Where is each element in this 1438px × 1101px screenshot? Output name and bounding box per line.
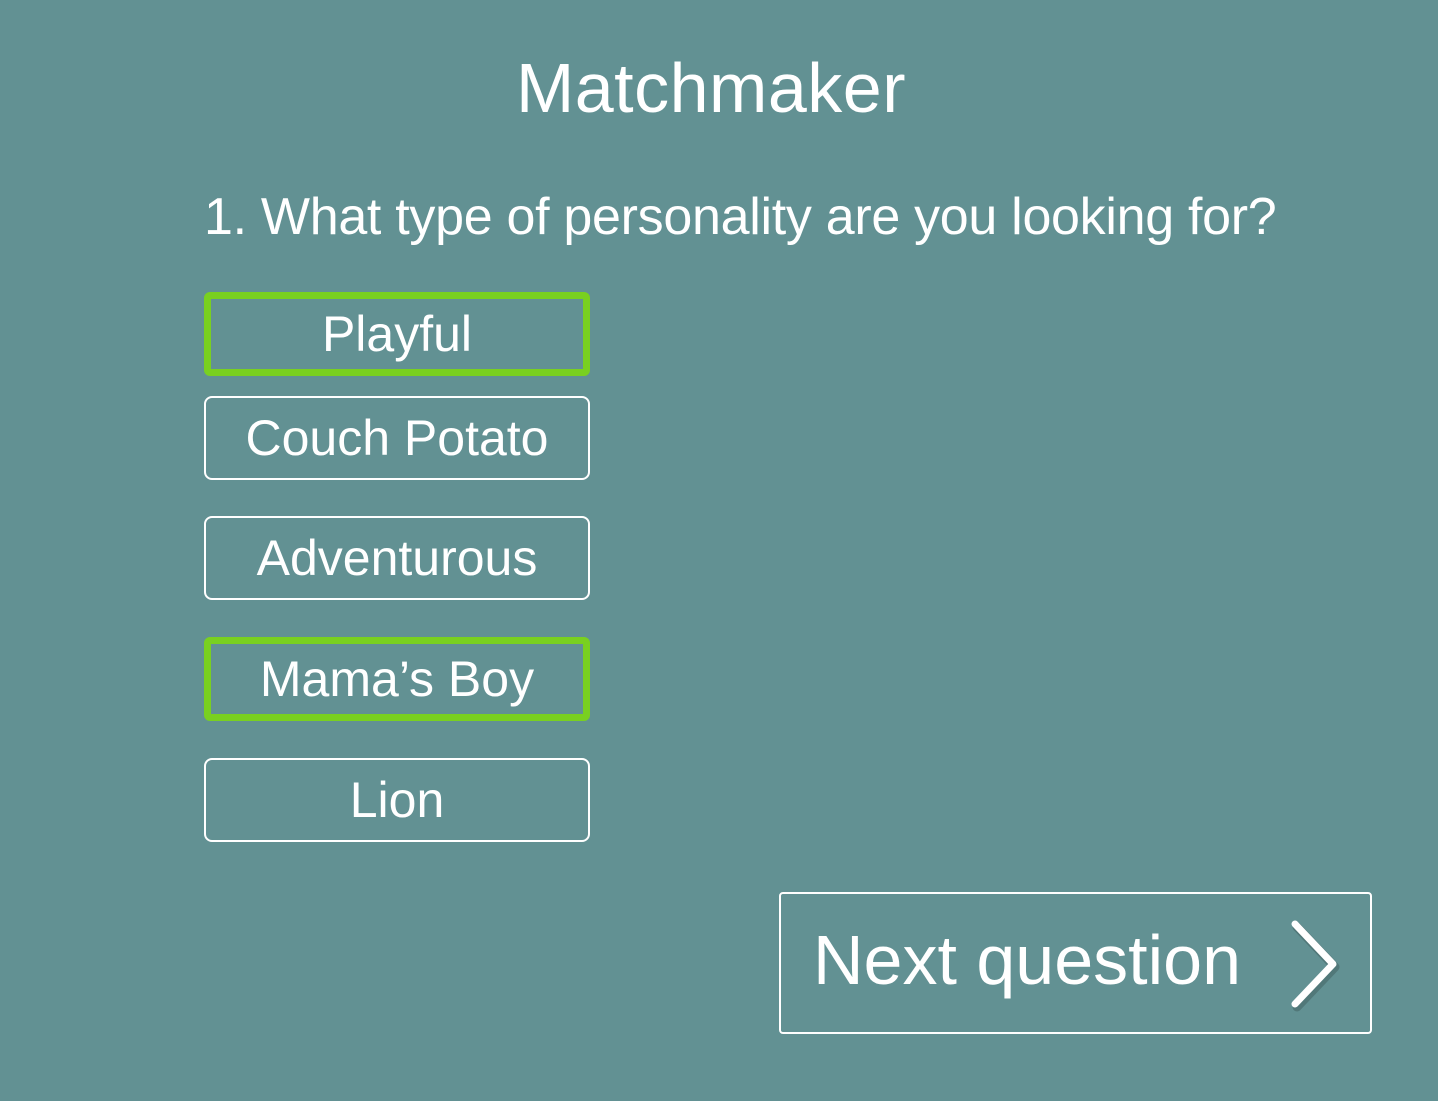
app-title: Matchmaker bbox=[515, 49, 907, 127]
next-question-button[interactable]: Next question bbox=[779, 892, 1372, 1034]
option-lion[interactable]: Lion bbox=[204, 758, 590, 842]
option-label: Playful bbox=[321, 306, 473, 362]
option-playful[interactable]: Playful bbox=[204, 292, 590, 376]
option-mamas-boy[interactable]: Mama’s Boy bbox=[204, 637, 590, 721]
option-label: Adventurous bbox=[256, 530, 538, 586]
option-adventurous[interactable]: Adventurous bbox=[204, 516, 590, 600]
option-label: Lion bbox=[349, 772, 445, 828]
option-label: Mama’s Boy bbox=[259, 651, 535, 707]
chevron-right-icon bbox=[1291, 920, 1340, 1012]
option-label: Couch Potato bbox=[245, 410, 549, 466]
question-text: 1. What type of personality are you look… bbox=[204, 188, 1277, 246]
next-question-label: Next question bbox=[813, 921, 1242, 999]
option-couch-potato[interactable]: Couch Potato bbox=[204, 396, 590, 480]
